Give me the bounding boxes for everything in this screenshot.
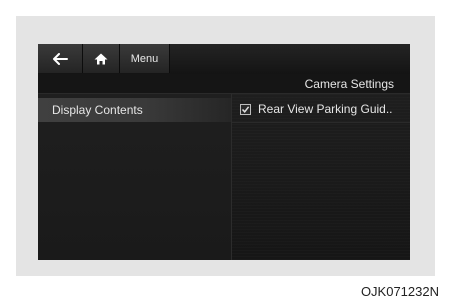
left-menu-item-label: Display Contents [52,103,143,117]
home-button[interactable] [83,44,120,73]
rear-view-parking-guide-checkbox[interactable] [240,104,251,115]
option-row-rear-view-parking-guide[interactable]: Rear View Parking Guid.. [232,98,410,123]
title-bar: Camera Settings [38,74,410,94]
page-title: Camera Settings [304,77,394,91]
back-button[interactable] [38,44,83,73]
menu-button[interactable]: Menu [120,44,170,73]
option-label: Rear View Parking Guid.. [258,102,393,116]
options-panel: Rear View Parking Guid.. [232,94,410,260]
home-icon [94,53,108,65]
menu-button-label: Menu [130,52,159,65]
figure-code: OJK071232N [360,284,439,299]
arrow-left-icon [52,52,68,65]
infotainment-screen: Menu Camera Settings Display Contents Re… [38,44,410,260]
left-menu-item-display-contents[interactable]: Display Contents [38,98,231,122]
left-menu: Display Contents [38,94,232,260]
checkmark-icon [241,106,250,113]
top-bar: Menu [38,44,410,74]
figure-frame: Menu Camera Settings Display Contents Re… [16,16,435,276]
